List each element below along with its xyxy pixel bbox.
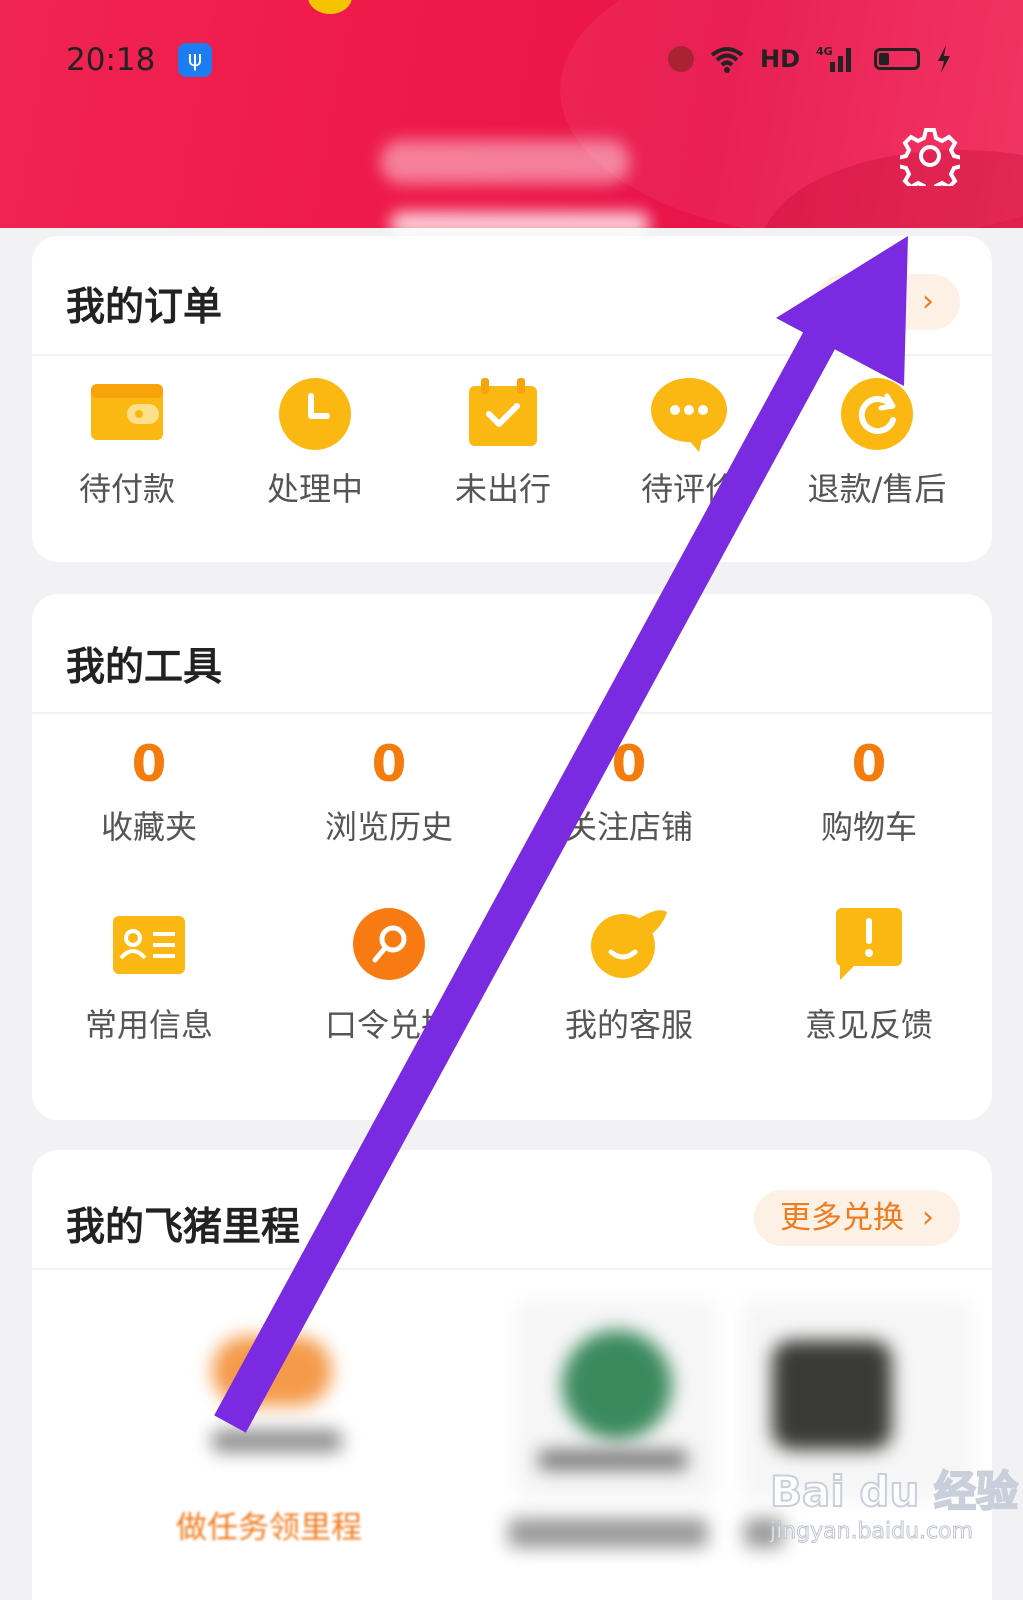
- order-label: 待付款: [78, 470, 175, 508]
- stat-count: 0: [851, 735, 887, 793]
- order-pending-payment[interactable]: 待付款: [32, 376, 222, 510]
- order-not-traveled[interactable]: 未出行: [408, 376, 598, 510]
- battery-icon: [874, 48, 921, 70]
- charging-icon: [938, 45, 951, 73]
- coin-decoration: [308, 0, 352, 14]
- mileage-task-image: [212, 1336, 332, 1406]
- order-label: 退款/售后: [807, 470, 947, 508]
- mileage-task-caption: [212, 1430, 342, 1452]
- profile-header: 20:18 ψ HD 4G: [0, 0, 1023, 228]
- status-icons: HD 4G: [668, 44, 952, 74]
- clock-icon: [279, 378, 351, 450]
- tool-feedback[interactable]: 意见反馈: [774, 906, 964, 1046]
- tool-label: 意见反馈: [804, 1006, 933, 1044]
- signal-icon: 4G: [816, 45, 852, 72]
- tools-divider: [32, 712, 992, 714]
- feedback-icon: [836, 908, 902, 980]
- customer-service-icon: [591, 910, 667, 978]
- notification-dot-icon: [668, 46, 694, 72]
- reward-label: [508, 1518, 708, 1548]
- tool-redeem-code[interactable]: 口令兑换: [294, 906, 484, 1046]
- orders-card: 我的订单 全部 › 待付款 处理中 未出行 待评价 退款/售后: [32, 236, 992, 562]
- orders-title: 我的订单: [66, 285, 223, 330]
- stat-label: 收藏夹: [100, 808, 197, 846]
- more-exchange-button[interactable]: 更多兑换 ›: [754, 1190, 960, 1246]
- tools-card: 我的工具 0 收藏夹 0 浏览历史 0 关注店铺 0 购物车 常用信息 口令兑换: [32, 594, 992, 1120]
- usb-icon: ψ: [178, 43, 212, 77]
- reward-logo-image: [562, 1330, 672, 1440]
- status-time: 20:18: [66, 42, 156, 78]
- stat-label: 关注店铺: [564, 808, 693, 846]
- refund-icon: [841, 378, 913, 450]
- status-bar: 20:18 ψ HD 4G: [0, 38, 1023, 88]
- order-label: 处理中: [266, 470, 363, 508]
- order-label: 待评价: [640, 470, 737, 508]
- calendar-check-icon: [469, 378, 537, 446]
- more-exchange-label: 更多兑换: [780, 1200, 904, 1236]
- mileage-title: 我的飞猪里程: [66, 1205, 301, 1250]
- all-orders-label: 全部: [842, 284, 904, 320]
- stat-history[interactable]: 0 浏览历史: [294, 734, 484, 848]
- reward-logo-image: [772, 1340, 892, 1450]
- watermark-logo: Bai du 经验: [769, 1466, 1019, 1517]
- all-orders-button[interactable]: 全部 ›: [816, 274, 960, 330]
- tool-label: 我的客服: [564, 1006, 693, 1044]
- stat-label: 浏览历史: [324, 808, 453, 846]
- chevron-right-icon: ›: [922, 1200, 934, 1235]
- orders-divider: [32, 354, 992, 356]
- chat-bubble-icon: [651, 378, 727, 452]
- stat-count: 0: [611, 735, 647, 793]
- stat-followed-shops[interactable]: 0 关注店铺: [534, 734, 724, 848]
- order-label: 未出行: [454, 470, 551, 508]
- tool-common-info[interactable]: 常用信息: [54, 912, 244, 1046]
- order-processing[interactable]: 处理中: [220, 376, 410, 510]
- mileage-task-label: 做任务领里程: [176, 1510, 362, 1546]
- tool-customer-service[interactable]: 我的客服: [534, 906, 724, 1046]
- wallet-icon: [91, 384, 163, 440]
- stat-label: 购物车: [820, 808, 917, 846]
- order-pending-review[interactable]: 待评价: [594, 376, 784, 510]
- watermark-url: jingyan.baidu.com: [770, 1519, 974, 1545]
- svg-text:4G: 4G: [816, 45, 833, 58]
- reward-caption: [538, 1450, 688, 1470]
- wifi-icon: [710, 47, 744, 73]
- stat-favorites[interactable]: 0 收藏夹: [54, 734, 244, 848]
- tools-title: 我的工具: [66, 645, 223, 690]
- header-glow: [390, 212, 650, 236]
- tool-label: 口令兑换: [324, 1006, 453, 1044]
- stat-count: 0: [371, 735, 407, 793]
- profile-name-blurred: [380, 140, 630, 184]
- chevron-right-icon: ›: [922, 284, 934, 319]
- stat-cart[interactable]: 0 购物车: [774, 734, 964, 848]
- id-card-icon: [113, 916, 185, 974]
- tool-label: 常用信息: [84, 1006, 213, 1044]
- search-key-icon: [353, 908, 425, 980]
- mileage-divider: [32, 1268, 992, 1270]
- stat-count: 0: [131, 735, 167, 793]
- baidu-watermark: Bai du 经验 jingyan.baidu.com: [769, 1458, 1019, 1545]
- order-refund[interactable]: 退款/售后: [782, 376, 972, 510]
- hd-label: HD: [760, 45, 801, 73]
- gear-icon[interactable]: [900, 126, 960, 186]
